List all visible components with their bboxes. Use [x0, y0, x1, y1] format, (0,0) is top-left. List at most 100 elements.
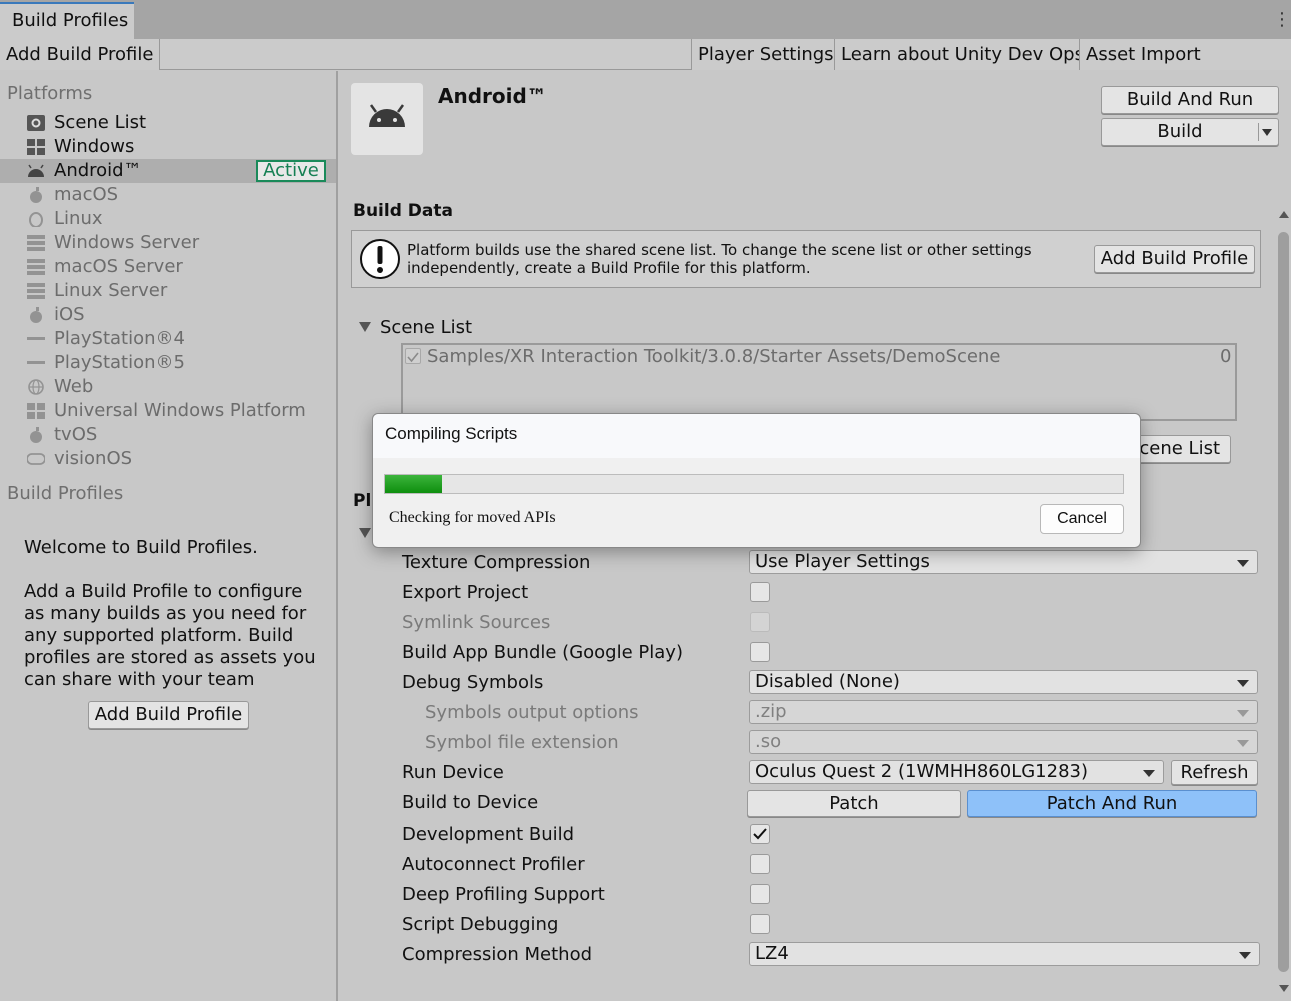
build-profiles-header: Build Profiles [7, 483, 124, 504]
server-icon [27, 235, 45, 251]
learn-dev-ops-button[interactable]: Learn about Unity Dev Ops [834, 39, 1091, 70]
script-debugging-checkbox[interactable] [750, 914, 770, 934]
chevron-down-icon[interactable] [1262, 129, 1272, 136]
build-app-bundle-label: Build App Bundle (Google Play) [402, 642, 683, 663]
texture-compression-label: Texture Compression [402, 552, 591, 573]
info-add-build-profile-button[interactable]: Add Build Profile [1094, 245, 1255, 273]
scene-list-header[interactable]: Scene List [380, 317, 472, 338]
apple-icon [30, 187, 42, 203]
dropdown-value: Disabled (None) [755, 671, 900, 692]
patch-button[interactable]: Patch [747, 790, 961, 817]
vision-icon [27, 453, 45, 465]
symbols-output-dropdown[interactable]: .zip [749, 700, 1258, 724]
sidebar-item-linux[interactable]: Linux [0, 207, 336, 231]
build-button[interactable]: Build [1101, 118, 1279, 146]
sidebar-item-label: Linux [54, 208, 103, 229]
kebab-menu-icon[interactable]: ⋮ [1273, 10, 1291, 30]
sidebar-item-label: Windows [54, 136, 135, 157]
platform-icon [351, 83, 423, 155]
warning-icon [360, 239, 400, 279]
sidebar-item-windows[interactable]: Windows [0, 135, 336, 159]
chevron-down-icon [1237, 560, 1249, 567]
chevron-down-icon [1143, 770, 1155, 777]
script-debugging-label: Script Debugging [402, 914, 559, 935]
build-and-run-button[interactable]: Build And Run [1101, 86, 1279, 114]
run-device-label: Run Device [402, 762, 504, 783]
dropdown-value: .so [755, 731, 782, 752]
sidebar-item-label: Windows Server [54, 232, 200, 253]
cancel-button[interactable]: Cancel [1040, 504, 1124, 534]
export-project-label: Export Project [402, 582, 529, 603]
symlink-sources-checkbox[interactable] [750, 612, 770, 632]
scroll-down-icon[interactable] [1279, 985, 1289, 992]
server-icon [27, 259, 45, 275]
progress-bar [384, 474, 1124, 494]
sidebar-item-label: Android™ [54, 160, 142, 181]
autoconnect-profiler-checkbox[interactable] [750, 854, 770, 874]
chevron-down-icon [1237, 740, 1249, 747]
sidebar-item-tvos[interactable]: tvOS [0, 423, 336, 447]
compression-method-dropdown[interactable]: LZ4 [749, 942, 1260, 966]
run-device-dropdown[interactable]: Oculus Quest 2 (1WMHH860LG1283) [749, 760, 1164, 784]
patch-and-run-button[interactable]: Patch And Run [967, 790, 1257, 817]
texture-compression-dropdown[interactable]: Use Player Settings [749, 550, 1258, 574]
sidebar-item-ps4[interactable]: PlayStation®4 [0, 327, 336, 351]
welcome-text: Welcome to Build Profiles. Add a Build P… [24, 537, 324, 691]
scene-index: 0 [1220, 346, 1232, 367]
android-icon [369, 104, 405, 127]
welcome-body: Add a Build Profile to configure as many… [24, 581, 316, 690]
ps-icon [27, 361, 45, 364]
sidebar-item-macos-server[interactable]: macOS Server [0, 255, 336, 279]
linux-icon [29, 212, 43, 227]
dialog-title: Compiling Scripts [385, 424, 518, 443]
apple-icon [30, 427, 42, 443]
sidebar-item-linux-server[interactable]: Linux Server [0, 279, 336, 303]
sidebar-item-web[interactable]: Web [0, 375, 336, 399]
scrollbar-thumb[interactable] [1278, 232, 1289, 972]
symbol-extension-dropdown[interactable]: .so [749, 730, 1258, 754]
development-build-checkbox[interactable] [750, 824, 770, 844]
player-settings-button[interactable]: Player Settings [691, 39, 841, 70]
progress-fill [385, 475, 442, 493]
sidebar-item-label: iOS [54, 304, 85, 325]
build-app-bundle-checkbox[interactable] [750, 642, 770, 662]
export-project-checkbox[interactable] [750, 582, 770, 602]
scroll-up-icon[interactable] [1279, 211, 1289, 218]
collapse-triangle-icon[interactable] [359, 322, 371, 332]
collapse-triangle-icon[interactable] [359, 528, 371, 538]
dropdown-value: .zip [755, 701, 787, 722]
scene-path[interactable]: Samples/XR Interaction Toolkit/3.0.8/Sta… [427, 346, 1000, 367]
sidebar-item-label: macOS [54, 184, 119, 205]
sidebar-item-scene-list[interactable]: Scene List [0, 111, 336, 135]
build-data-header: Build Data [353, 201, 453, 221]
debug-symbols-dropdown[interactable]: Disabled (None) [749, 670, 1258, 694]
platforms-header: Platforms [7, 83, 93, 104]
tab-build-profiles[interactable]: Build Profiles [0, 2, 134, 39]
development-build-label: Development Build [402, 824, 575, 845]
sidebar-item-label: tvOS [54, 424, 98, 445]
sidebar-item-android[interactable]: Android™ Active [0, 159, 336, 183]
sidebar-item-windows-server[interactable]: Windows Server [0, 231, 336, 255]
autoconnect-profiler-label: Autoconnect Profiler [402, 854, 585, 875]
sidebar-item-label: Web [54, 376, 94, 397]
asset-import-overrides-button[interactable]: Asset Import Overrides [1079, 39, 1291, 96]
sidebar-item-visionos[interactable]: visionOS [0, 447, 336, 471]
sidebar-item-uwp[interactable]: Universal Windows Platform [0, 399, 336, 423]
scene-checkbox[interactable] [405, 348, 421, 364]
sidebar-item-label: Universal Windows Platform [54, 400, 306, 421]
server-icon [27, 283, 45, 299]
add-build-profile-button[interactable]: Add Build Profile [0, 39, 161, 70]
refresh-button[interactable]: Refresh [1171, 760, 1258, 785]
deep-profiling-checkbox[interactable] [750, 884, 770, 904]
sidebar-item-macos[interactable]: macOS [0, 183, 336, 207]
welcome-title: Welcome to Build Profiles. [24, 537, 258, 558]
sidebar-item-ps5[interactable]: PlayStation®5 [0, 351, 336, 375]
platform-title: Android™ [438, 84, 547, 108]
checkmark-icon [407, 352, 419, 363]
apple-icon [30, 307, 42, 323]
deep-profiling-label: Deep Profiling Support [402, 884, 605, 905]
debug-symbols-label: Debug Symbols [402, 672, 544, 693]
sidebar-item-ios[interactable]: iOS [0, 303, 336, 327]
windows-icon [27, 139, 45, 155]
sidebar-add-build-profile-button[interactable]: Add Build Profile [88, 701, 249, 729]
